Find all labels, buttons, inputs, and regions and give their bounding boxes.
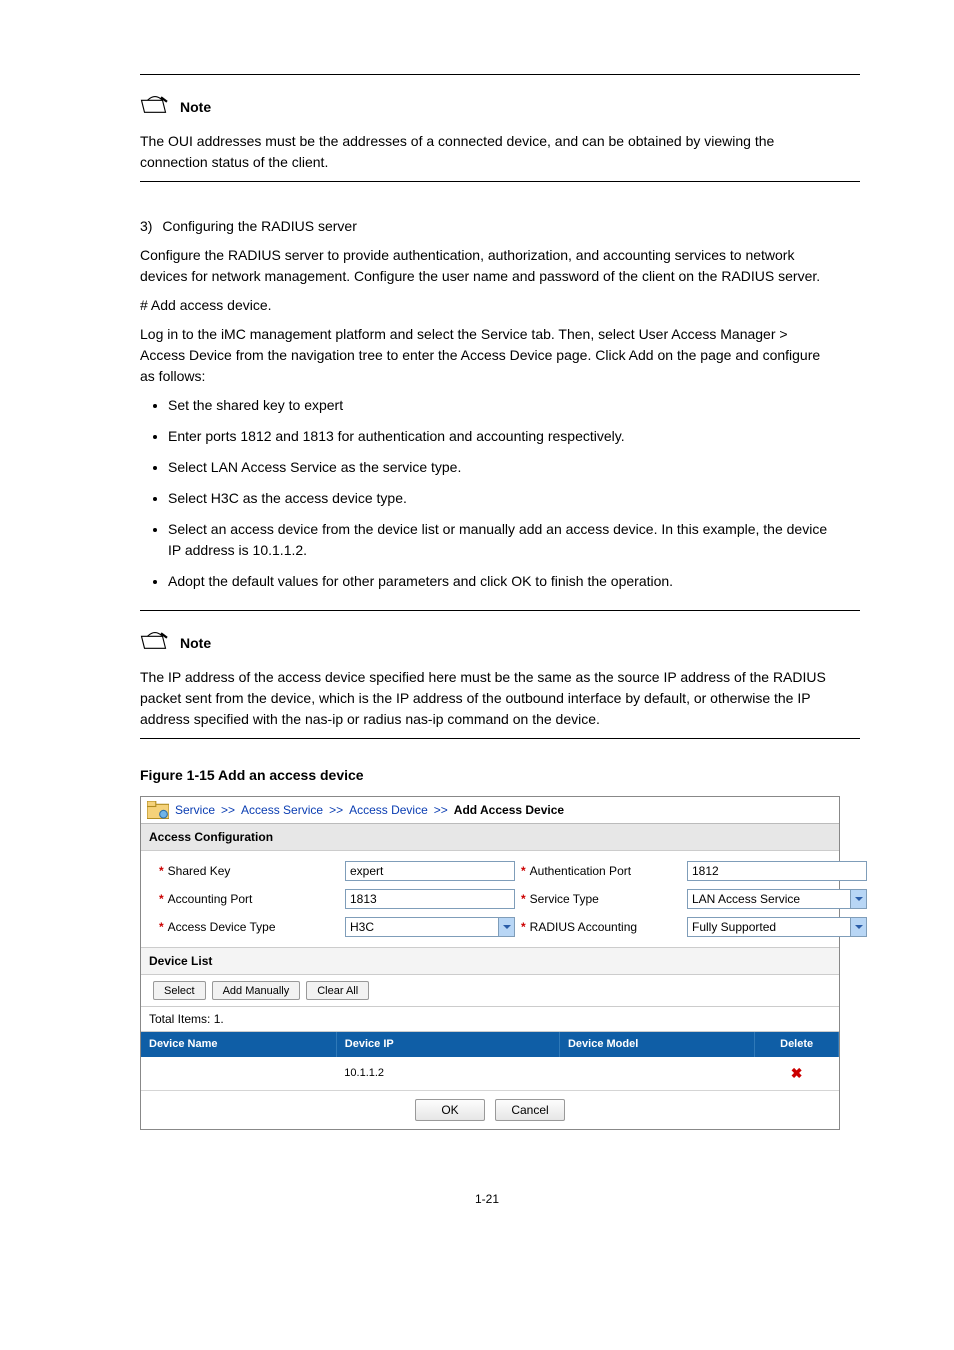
service-folder-icon	[147, 801, 169, 819]
access-configuration-header: Access Configuration	[141, 823, 839, 851]
step3-intro: Configure the RADIUS server to provide a…	[140, 245, 834, 287]
breadcrumb-link-access-device[interactable]: Access Device	[349, 801, 428, 819]
clear-all-button[interactable]: Clear All	[306, 981, 369, 1000]
shared-key-label: *Shared Key	[159, 862, 339, 880]
step-3-heading: 3) Configuring the RADIUS server	[140, 216, 834, 237]
list-item: Adopt the default values for other param…	[168, 571, 834, 592]
step-title: Configuring the RADIUS server	[162, 218, 357, 234]
auth-port-label: *Authentication Port	[521, 862, 681, 880]
breadcrumb-separator: >>	[329, 801, 343, 819]
list-item: Enter ports 1812 and 1813 for authentica…	[168, 426, 834, 447]
cell-device-ip: 10.1.1.2	[336, 1057, 559, 1091]
service-type-label: *Service Type	[521, 890, 681, 908]
radius-accounting-select[interactable]: Fully Supported	[687, 917, 867, 937]
separator-rule	[140, 738, 860, 739]
cell-device-name	[141, 1057, 336, 1091]
step1-title: Add access device.	[151, 297, 272, 313]
note1-text: The OUI addresses must be the addresses …	[140, 131, 834, 173]
dialog-actions: OK Cancel	[141, 1091, 839, 1129]
total-items-label: Total Items: 1.	[141, 1007, 839, 1032]
device-list-table: Device Name Device IP Device Model Delet…	[141, 1032, 839, 1091]
table-row: 10.1.1.2 ✖	[141, 1057, 839, 1091]
breadcrumb-separator: >>	[434, 801, 448, 819]
delete-icon[interactable]: ✖	[791, 1065, 803, 1081]
note-block-1: Note	[140, 95, 834, 119]
step-number: 3)	[140, 218, 152, 234]
table-header-row: Device Name Device IP Device Model Delet…	[141, 1032, 839, 1057]
steps-list: Set the shared key to expert Enter ports…	[140, 395, 834, 592]
breadcrumb-link-service[interactable]: Service	[175, 801, 215, 819]
note2-text: The IP address of the access device spec…	[140, 667, 834, 730]
col-device-ip: Device IP	[336, 1032, 559, 1057]
auth-port-input[interactable]	[687, 861, 867, 881]
col-device-model: Device Model	[559, 1032, 754, 1057]
breadcrumb: Service >> Access Service >> Access Devi…	[141, 797, 839, 823]
acct-port-input[interactable]	[345, 889, 515, 909]
cell-device-model	[559, 1057, 754, 1091]
figure-label: Figure 1-15 Add an access device	[140, 765, 834, 786]
col-device-name: Device Name	[141, 1032, 336, 1057]
add-access-device-screenshot: Service >> Access Service >> Access Devi…	[140, 796, 840, 1130]
cancel-button[interactable]: Cancel	[495, 1099, 565, 1121]
select-value: Fully Supported	[692, 918, 776, 936]
col-delete: Delete	[755, 1032, 839, 1057]
select-button[interactable]: Select	[153, 981, 206, 1000]
device-type-label: *Access Device Type	[159, 918, 339, 936]
note-icon	[140, 631, 170, 655]
shared-key-input[interactable]	[345, 861, 515, 881]
device-type-select[interactable]: H3C	[345, 917, 515, 937]
step3-step1: # Add access device.	[140, 295, 834, 316]
device-list-buttons: Select Add Manually Clear All	[141, 975, 839, 1007]
service-type-select[interactable]: LAN Access Service	[687, 889, 867, 909]
step1-prefix: #	[140, 297, 151, 313]
list-item: Select H3C as the access device type.	[168, 488, 834, 509]
add-manually-button[interactable]: Add Manually	[212, 981, 301, 1000]
list-item: Select LAN Access Service as the service…	[168, 457, 834, 478]
separator-rule	[140, 181, 860, 182]
note-icon	[140, 95, 170, 119]
list-item: Set the shared key to expert	[168, 395, 834, 416]
chevron-down-icon	[850, 890, 866, 908]
access-configuration-grid: *Shared Key *Authentication Port *Accoun…	[141, 851, 839, 947]
select-value: H3C	[350, 918, 374, 936]
page-number: 1-21	[140, 1190, 834, 1208]
chevron-down-icon	[850, 918, 866, 936]
step3-body: Log in to the iMC management platform an…	[140, 324, 834, 387]
note-label: Note	[180, 633, 211, 654]
breadcrumb-separator: >>	[221, 801, 235, 819]
radius-accounting-label: *RADIUS Accounting	[521, 918, 681, 936]
separator-rule	[140, 610, 860, 611]
select-value: LAN Access Service	[692, 890, 800, 908]
note-block-2: Note	[140, 631, 834, 655]
cell-delete: ✖	[755, 1057, 839, 1091]
acct-port-label: *Accounting Port	[159, 890, 339, 908]
breadcrumb-current: Add Access Device	[454, 801, 564, 819]
chevron-down-icon	[498, 918, 514, 936]
note-label: Note	[180, 97, 211, 118]
device-list-header: Device List	[141, 947, 839, 975]
ok-button[interactable]: OK	[415, 1099, 485, 1121]
breadcrumb-link-access-service[interactable]: Access Service	[241, 801, 323, 819]
separator-rule	[140, 74, 860, 75]
list-item: Select an access device from the device …	[168, 519, 834, 561]
